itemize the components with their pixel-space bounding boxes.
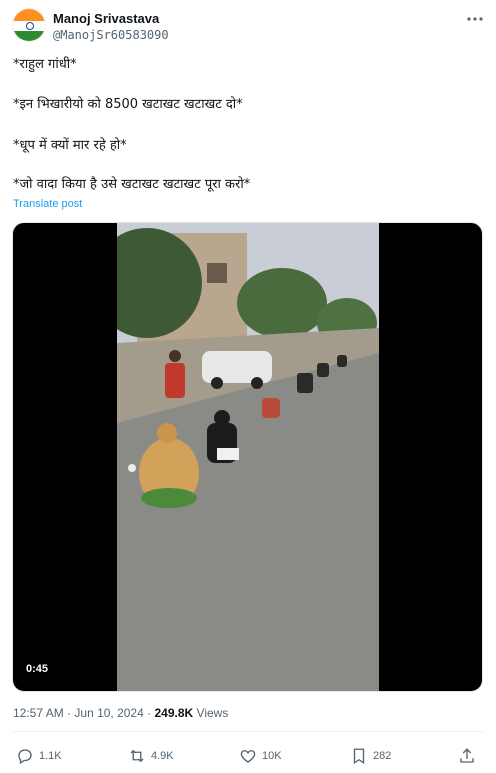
post-line: *इन भिखारीयो को 8500 खटाखट खटाखट दो* [13, 97, 243, 112]
more-options-icon[interactable] [466, 12, 484, 26]
reply-button[interactable]: 1.1K [16, 746, 62, 766]
author-name[interactable]: Manoj Srivastava [53, 11, 159, 26]
post-time[interactable]: 12:57 AM [13, 706, 64, 720]
video-duration: 0:45 [26, 663, 49, 675]
views-label: Views [196, 706, 229, 720]
share-icon [460, 748, 474, 763]
heart-icon [240, 750, 256, 763]
author-handle[interactable]: @ManojSr60583090 [53, 28, 169, 42]
meta-separator: · [67, 706, 72, 720]
video-thumbnail [117, 223, 379, 691]
bookmark-icon [353, 748, 365, 765]
divider [12, 731, 484, 732]
share-button[interactable] [458, 746, 476, 766]
translate-post-link[interactable]: Translate post [13, 198, 82, 210]
like-count: 10K [262, 750, 282, 762]
repost-button[interactable]: 4.9K [128, 746, 174, 766]
meta-separator: · [147, 706, 152, 720]
repost-icon [130, 749, 144, 763]
reply-icon [18, 749, 32, 764]
post-date[interactable]: Jun 10, 2024 [74, 706, 143, 720]
post-header: Manoj Srivastava @ManojSr60583090 [12, 8, 484, 44]
post-line: *धूप में क्यों मार रहे हो* [13, 138, 127, 153]
chakra-icon [26, 22, 34, 30]
video-frame [117, 223, 379, 691]
views-count: 249.8K [154, 706, 194, 720]
bookmark-button[interactable]: 282 [350, 746, 391, 766]
post-meta: 12:57 AM · Jun 10, 2024 · 249.8K Views [13, 706, 228, 720]
bookmark-count: 282 [373, 750, 392, 762]
like-button[interactable]: 10K [239, 746, 282, 766]
post-line: *जो वादा किया है उसे खटाखट खटाखट पूरा कर… [13, 177, 251, 192]
action-bar: 1.1K 4.9K 10K 282 [12, 746, 484, 766]
repost-count: 4.9K [151, 750, 174, 762]
video-player[interactable]: 0:45 [12, 222, 483, 692]
post-line: *राहुल गांधी* [13, 57, 77, 72]
avatar[interactable] [12, 8, 46, 42]
reply-count: 1.1K [39, 750, 62, 762]
